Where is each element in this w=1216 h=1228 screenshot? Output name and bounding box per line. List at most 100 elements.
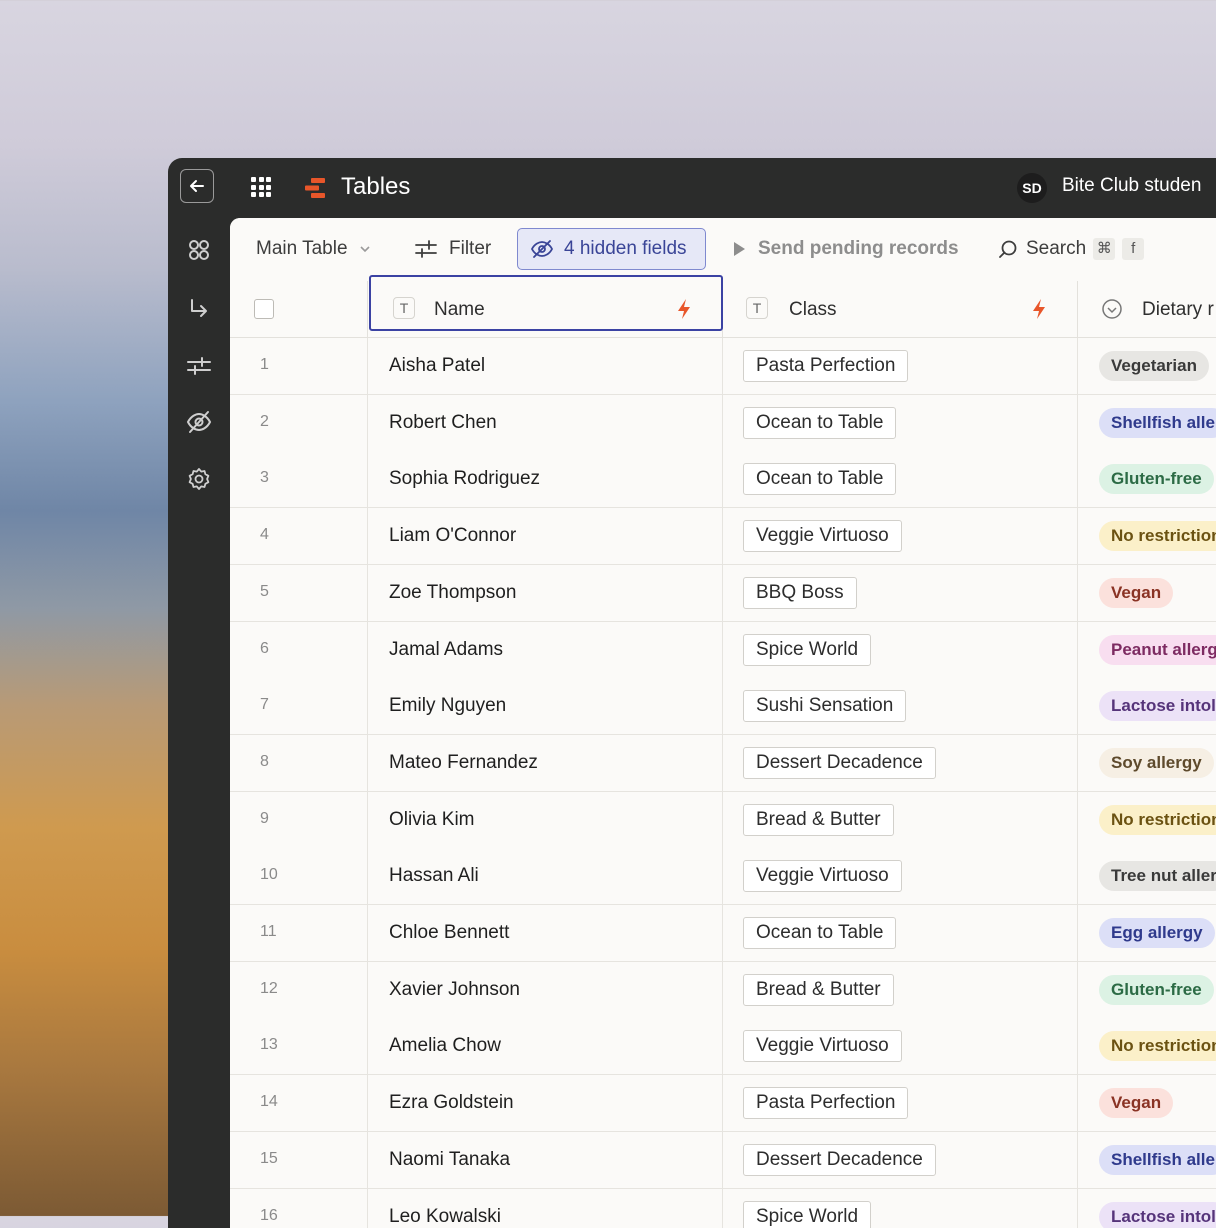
class-cell[interactable]: Veggie Virtuoso xyxy=(722,848,1078,904)
name-cell[interactable]: Naomi Tanaka xyxy=(367,1132,723,1188)
send-pending-button[interactable]: Send pending records xyxy=(732,228,959,270)
search-button[interactable]: Search ⌘ f xyxy=(998,228,1144,270)
corner-down-right-icon[interactable] xyxy=(185,295,213,323)
row-number-cell[interactable]: 6 xyxy=(230,622,368,678)
eye-off-icon[interactable] xyxy=(185,408,213,436)
settings-gear-icon[interactable] xyxy=(185,465,213,493)
table-row[interactable]: 1Aisha PatelPasta PerfectionVegetarian xyxy=(230,338,1216,395)
name-cell[interactable]: Leo Kowalski xyxy=(367,1189,723,1228)
apps-grid-icon[interactable] xyxy=(251,177,271,197)
row-number-cell[interactable]: 10 xyxy=(230,848,368,904)
row-number-cell[interactable]: 4 xyxy=(230,508,368,564)
column-header-dietary[interactable]: Dietary r xyxy=(1077,281,1216,337)
table-row[interactable]: 12Xavier JohnsonBread & ButterGluten-fre… xyxy=(230,962,1216,1019)
table-row[interactable]: 14Ezra GoldsteinPasta PerfectionVegan xyxy=(230,1075,1216,1132)
table-row[interactable]: 5Zoe ThompsonBBQ BossVegan xyxy=(230,565,1216,622)
name-cell[interactable]: Amelia Chow xyxy=(367,1018,723,1074)
top-bar: Tables SD Bite Club studen xyxy=(168,158,1216,218)
class-cell[interactable]: Bread & Butter xyxy=(722,792,1078,848)
dietary-cell[interactable]: Vegetarian xyxy=(1077,338,1216,394)
name-cell[interactable]: Xavier Johnson xyxy=(367,962,723,1018)
dietary-cell[interactable]: Lactose intol xyxy=(1077,678,1216,734)
table-row[interactable]: 8Mateo FernandezDessert DecadenceSoy all… xyxy=(230,735,1216,792)
workspace-name[interactable]: Bite Club studen xyxy=(1062,175,1201,197)
class-cell[interactable]: Dessert Decadence xyxy=(722,1132,1078,1188)
dietary-cell[interactable]: No restriction xyxy=(1077,508,1216,564)
select-all-checkbox[interactable] xyxy=(254,299,274,319)
table-row[interactable]: 9Olivia KimBread & ButterNo restriction xyxy=(230,792,1216,849)
class-cell[interactable]: Ocean to Table xyxy=(722,395,1078,451)
name-cell[interactable]: Emily Nguyen xyxy=(367,678,723,734)
class-cell[interactable]: Spice World xyxy=(722,622,1078,678)
class-cell[interactable]: Veggie Virtuoso xyxy=(722,1018,1078,1074)
class-cell[interactable]: BBQ Boss xyxy=(722,565,1078,621)
dietary-cell[interactable]: No restriction xyxy=(1077,1018,1216,1074)
class-cell[interactable]: Pasta Perfection xyxy=(722,1075,1078,1131)
class-cell[interactable]: Bread & Butter xyxy=(722,962,1078,1018)
hidden-fields-button[interactable]: 4 hidden fields xyxy=(517,228,706,270)
dietary-cell[interactable]: Gluten-free xyxy=(1077,962,1216,1018)
table-row[interactable]: 15Naomi TanakaDessert DecadenceShellfish… xyxy=(230,1132,1216,1189)
row-number-cell[interactable]: 13 xyxy=(230,1018,368,1074)
filter-sliders-icon[interactable] xyxy=(185,352,213,380)
row-number-cell[interactable]: 9 xyxy=(230,792,368,848)
table-row[interactable]: 3Sophia RodriguezOcean to TableGluten-fr… xyxy=(230,451,1216,508)
row-number-cell[interactable]: 7 xyxy=(230,678,368,734)
class-cell[interactable]: Dessert Decadence xyxy=(722,735,1078,791)
name-cell[interactable]: Mateo Fernandez xyxy=(367,735,723,791)
dietary-cell[interactable]: Shellfish alle xyxy=(1077,1132,1216,1188)
dietary-cell[interactable]: Vegan xyxy=(1077,565,1216,621)
dietary-cell[interactable]: Lactose intol xyxy=(1077,1189,1216,1228)
name-cell[interactable]: Robert Chen xyxy=(367,395,723,451)
table-row[interactable]: 13Amelia ChowVeggie VirtuosoNo restricti… xyxy=(230,1018,1216,1075)
avatar[interactable]: SD xyxy=(1017,173,1047,203)
name-cell[interactable]: Ezra Goldstein xyxy=(367,1075,723,1131)
row-number-cell[interactable]: 15 xyxy=(230,1132,368,1188)
row-number-cell[interactable]: 1 xyxy=(230,338,368,394)
row-number-cell[interactable]: 12 xyxy=(230,962,368,1018)
row-number-cell[interactable]: 8 xyxy=(230,735,368,791)
class-cell[interactable]: Veggie Virtuoso xyxy=(722,508,1078,564)
view-selector[interactable]: Main Table xyxy=(256,228,372,270)
row-number-cell[interactable]: 3 xyxy=(230,451,368,507)
dietary-cell[interactable]: Tree nut aller xyxy=(1077,848,1216,904)
table-row[interactable]: 11Chloe BennettOcean to TableEgg allergy xyxy=(230,905,1216,962)
name-cell[interactable]: Chloe Bennett xyxy=(367,905,723,961)
dietary-cell[interactable]: Gluten-free xyxy=(1077,451,1216,507)
column-header-class[interactable]: T Class xyxy=(722,281,1078,337)
dietary-cell[interactable]: Vegan xyxy=(1077,1075,1216,1131)
column-header-name[interactable]: T Name xyxy=(367,281,723,337)
row-number-cell[interactable]: 5 xyxy=(230,565,368,621)
row-number-cell[interactable]: 11 xyxy=(230,905,368,961)
back-button[interactable] xyxy=(180,169,214,203)
class-cell[interactable]: Sushi Sensation xyxy=(722,678,1078,734)
table-row[interactable]: 16Leo KowalskiSpice WorldLactose intol xyxy=(230,1189,1216,1228)
class-cell[interactable]: Ocean to Table xyxy=(722,451,1078,507)
apps-icon[interactable] xyxy=(185,236,213,264)
name-cell[interactable]: Olivia Kim xyxy=(367,792,723,848)
dietary-cell[interactable]: Shellfish alle xyxy=(1077,395,1216,451)
name-cell[interactable]: Jamal Adams xyxy=(367,622,723,678)
class-cell[interactable]: Ocean to Table xyxy=(722,905,1078,961)
row-number-cell[interactable]: 14 xyxy=(230,1075,368,1131)
name-cell[interactable]: Liam O'Connor xyxy=(367,508,723,564)
table-row[interactable]: 2Robert ChenOcean to TableShellfish alle xyxy=(230,395,1216,452)
toolbar: Main Table Filter 4 hidden fields Send p… xyxy=(230,218,1216,282)
filter-button[interactable]: Filter xyxy=(415,228,491,270)
row-number-cell[interactable]: 2 xyxy=(230,395,368,451)
row-number-cell[interactable]: 16 xyxy=(230,1189,368,1228)
name-cell[interactable]: Hassan Ali xyxy=(367,848,723,904)
class-cell[interactable]: Spice World xyxy=(722,1189,1078,1228)
table-row[interactable]: 4Liam O'ConnorVeggie VirtuosoNo restrict… xyxy=(230,508,1216,565)
name-cell[interactable]: Aisha Patel xyxy=(367,338,723,394)
dietary-cell[interactable]: No restriction xyxy=(1077,792,1216,848)
name-cell[interactable]: Zoe Thompson xyxy=(367,565,723,621)
class-cell[interactable]: Pasta Perfection xyxy=(722,338,1078,394)
dietary-cell[interactable]: Soy allergy xyxy=(1077,735,1216,791)
table-row[interactable]: 6Jamal AdamsSpice WorldPeanut allerg xyxy=(230,622,1216,679)
dietary-cell[interactable]: Peanut allerg xyxy=(1077,622,1216,678)
table-row[interactable]: 7Emily NguyenSushi SensationLactose into… xyxy=(230,678,1216,735)
name-cell[interactable]: Sophia Rodriguez xyxy=(367,451,723,507)
dietary-cell[interactable]: Egg allergy xyxy=(1077,905,1216,961)
table-row[interactable]: 10Hassan AliVeggie VirtuosoTree nut alle… xyxy=(230,848,1216,905)
